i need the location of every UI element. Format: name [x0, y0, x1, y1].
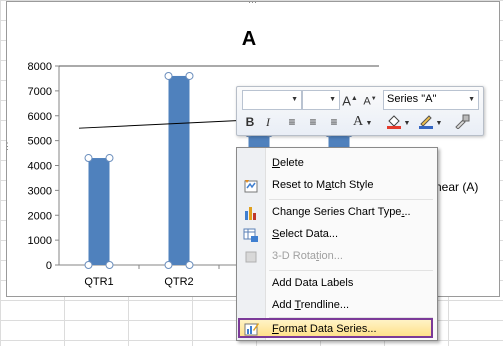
- menu-item-label: Change Series Chart Type...: [272, 206, 411, 218]
- select-data-icon: [243, 227, 259, 243]
- y-tick-label[interactable]: 1000: [28, 235, 52, 247]
- menu-item-3d-rotation[interactable]: 3-D Rotation...: [237, 246, 437, 268]
- menu-item-label: 3-D Rotation...: [272, 250, 343, 262]
- y-tick-label[interactable]: 6000: [28, 111, 52, 123]
- selection-handle[interactable]: [164, 261, 173, 269]
- chevron-down-icon[interactable]: ▼: [435, 115, 443, 133]
- context-menu: Delete Reset to Match Style Change Serie…: [236, 147, 438, 341]
- menu-item-label: Reset to Match Style: [272, 179, 374, 191]
- chevron-down-icon: ▼: [468, 96, 475, 103]
- chevron-down-icon: ▼: [291, 96, 298, 103]
- chevron-down-icon[interactable]: ▼: [365, 115, 373, 133]
- chevron-down-icon[interactable]: ▼: [403, 115, 411, 133]
- x-tick-label[interactable]: QTR1: [84, 276, 113, 288]
- reset-style-icon: [243, 178, 259, 194]
- selection-handle[interactable]: [84, 261, 93, 269]
- y-tick-label[interactable]: 7000: [28, 86, 52, 98]
- chart-elements-value: Series "A": [387, 93, 437, 105]
- legend-entry-trendline[interactable]: near (A): [435, 180, 478, 194]
- selection-handle[interactable]: [105, 154, 114, 163]
- chart-type-icon: [243, 205, 259, 221]
- selection-handle[interactable]: [185, 71, 194, 80]
- selection-handle[interactable]: [185, 261, 194, 269]
- menu-item-add-data-labels[interactable]: Add Data Labels: [237, 273, 437, 295]
- x-tick-label[interactable]: QTR2: [164, 276, 193, 288]
- outline-color-icon[interactable]: [417, 113, 435, 131]
- grow-font-icon[interactable]: A▲: [341, 90, 359, 108]
- menu-item-label: Select Data...: [272, 228, 339, 240]
- format-painter-icon[interactable]: [453, 113, 471, 131]
- menu-item-label: Delete: [272, 157, 304, 169]
- bar[interactable]: [88, 158, 110, 265]
- align-center-icon[interactable]: ≡: [304, 113, 322, 131]
- menu-item-reset-style[interactable]: Reset to Match Style: [237, 175, 437, 197]
- y-tick-label[interactable]: 8000: [28, 61, 52, 73]
- y-tick-label[interactable]: 5000: [28, 136, 52, 148]
- rotation-icon: [243, 249, 259, 265]
- menu-item-delete[interactable]: Delete: [237, 153, 437, 175]
- menu-item-change-chart-type[interactable]: Change Series Chart Type...: [237, 202, 437, 224]
- chart-title[interactable]: A: [242, 28, 256, 50]
- mini-toolbar: ▼ ▼ A▲ A▼ Series "A" ▼ B I ≡ ≡ ≡ A ▼ ▼ ▼: [236, 86, 484, 136]
- y-tick-label[interactable]: 0: [46, 260, 52, 272]
- chevron-down-icon: ▼: [329, 96, 336, 103]
- menu-separator: [269, 270, 433, 271]
- menu-item-format-data-series[interactable]: Format Data Series...: [238, 318, 433, 338]
- align-left-icon[interactable]: ≡: [283, 113, 301, 131]
- menu-item-label: Add Data Labels: [272, 277, 354, 289]
- selection-handle[interactable]: [105, 261, 114, 269]
- y-tick-label[interactable]: 3000: [28, 185, 52, 197]
- italic-button[interactable]: I: [259, 113, 277, 131]
- bar[interactable]: [168, 75, 190, 265]
- format-series-icon: [244, 321, 260, 337]
- chart-elements-combo[interactable]: Series "A" ▼: [383, 90, 479, 110]
- y-tick-label[interactable]: 2000: [28, 210, 52, 222]
- shrink-font-icon[interactable]: A▼: [361, 90, 379, 108]
- menu-item-label: Format Data Series...: [272, 323, 377, 335]
- selection-handle[interactable]: [84, 154, 93, 163]
- font-size-combo[interactable]: ▼: [302, 90, 340, 110]
- menu-item-label: Add Trendline...: [272, 299, 350, 311]
- menu-item-add-trendline[interactable]: Add Trendline...: [237, 295, 437, 317]
- y-tick-label[interactable]: 4000: [28, 161, 52, 173]
- fill-color-icon[interactable]: [385, 113, 403, 131]
- menu-separator: [269, 199, 433, 200]
- selection-handle[interactable]: [164, 71, 173, 80]
- menu-item-select-data[interactable]: Select Data...: [237, 224, 437, 246]
- bold-button[interactable]: B: [241, 113, 259, 131]
- align-right-icon[interactable]: ≡: [325, 113, 343, 131]
- font-name-combo[interactable]: ▼: [242, 90, 302, 110]
